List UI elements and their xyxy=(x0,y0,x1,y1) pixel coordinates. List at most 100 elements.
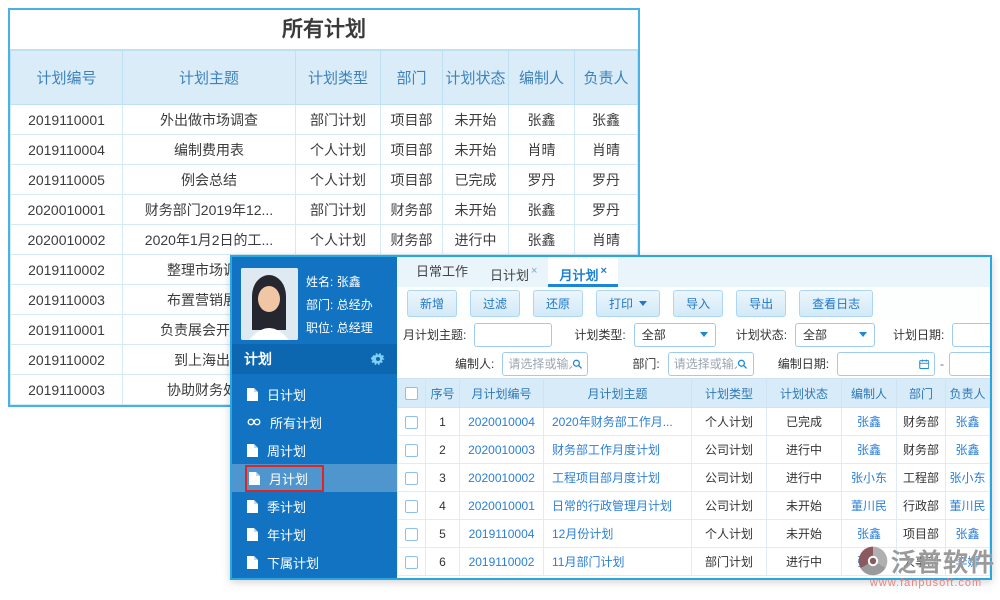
file-icon xyxy=(247,556,258,569)
subject-filter-input[interactable] xyxy=(474,323,552,347)
file-icon xyxy=(247,500,258,513)
file-icon xyxy=(247,444,258,457)
add-button[interactable]: 新增 xyxy=(407,290,457,317)
date-filter-label: 计划日期: xyxy=(893,326,944,343)
plan-status: 未开始 xyxy=(767,520,842,548)
plan-subject-link[interactable]: 2020年财务部工作月... xyxy=(544,408,692,436)
sidebar-item-daily-plan[interactable]: 日计划 xyxy=(232,380,397,408)
plan-code-link[interactable]: 2019110002 xyxy=(460,548,544,576)
title-label: 职位: xyxy=(306,321,333,335)
search-icon[interactable] xyxy=(737,358,747,370)
plan-subject-link[interactable]: 日常的行政管理月计划 xyxy=(544,492,692,520)
col-monthly-code: 月计划编号 xyxy=(460,379,544,408)
row-checkbox[interactable] xyxy=(405,472,418,485)
plan-code: 2019110002 xyxy=(11,345,123,375)
sidebar-item-label: 所有计划 xyxy=(270,413,322,432)
plan-code-link[interactable]: 2020010001 xyxy=(460,492,544,520)
grid-row: 32020010002工程项目部月度计划公司计划进行中张小东工程部张小东 xyxy=(398,464,990,492)
sidebar-item-monthly-plan[interactable]: 月计划 xyxy=(232,464,397,492)
tab-close-icon[interactable]: × xyxy=(531,265,537,277)
owner-link[interactable]: 张小东 xyxy=(946,464,990,492)
user-profile: 姓名: 张鑫 部门: 总经办 职位: 总经理 xyxy=(232,257,397,344)
select-all-checkbox[interactable] xyxy=(405,387,418,400)
sidebar-item-yearly-plan[interactable]: 年计划 xyxy=(232,520,397,548)
sidebar-item-weekly-plan[interactable]: 周计划 xyxy=(232,436,397,464)
tab-daily-plan[interactable]: 日计划× xyxy=(479,257,548,287)
view-log-button[interactable]: 查看日志 xyxy=(799,290,873,317)
owner: 肖晴 xyxy=(575,225,638,255)
sidebar-item-label: 日计划 xyxy=(267,385,306,404)
owner-link[interactable]: 张鑫 xyxy=(946,436,990,464)
tab-daily-work[interactable]: 日常工作 xyxy=(405,257,479,287)
dept-filter-field[interactable] xyxy=(668,352,754,376)
gear-icon[interactable] xyxy=(371,352,385,366)
plan-status: 未开始 xyxy=(443,195,509,225)
grid-header-row: 序号 月计划编号 月计划主题 计划类型 计划状态 编制人 部门 负责人 xyxy=(398,379,990,408)
row-checkbox[interactable] xyxy=(405,556,418,569)
import-button[interactable]: 导入 xyxy=(673,290,723,317)
row-index: 5 xyxy=(426,520,460,548)
owner-link[interactable]: 董川民 xyxy=(946,492,990,520)
filter-button[interactable]: 过滤 xyxy=(470,290,520,317)
row-select-cell xyxy=(398,408,426,436)
tab-close-icon[interactable]: × xyxy=(600,265,606,277)
dept-filter-label: 部门: xyxy=(632,355,659,372)
chevron-down-icon xyxy=(639,301,647,306)
department: 工程部 xyxy=(897,464,946,492)
title-value: 总经理 xyxy=(337,321,373,335)
plan-subject-link[interactable]: 11月部门计划 xyxy=(544,548,692,576)
sidebar-item-subordinate-plan[interactable]: 下属计划 xyxy=(232,548,397,576)
plan-code-link[interactable]: 2019110004 xyxy=(460,520,544,548)
creator-link[interactable]: 董川民 xyxy=(842,492,897,520)
department: 行政部 xyxy=(897,492,946,520)
owner-link[interactable]: 张鑫 xyxy=(946,408,990,436)
link-icon xyxy=(247,417,261,427)
row-checkbox[interactable] xyxy=(405,528,418,541)
filter-row-1: 月计划主题: 计划类型: 全部 计划状态: 全部 计划日期: xyxy=(397,320,990,349)
cdate-from-input[interactable] xyxy=(843,357,918,371)
cdate-from-field[interactable] xyxy=(837,352,935,376)
col-plan-code: 计划编号 xyxy=(11,51,123,105)
col-owner: 负责人 xyxy=(946,379,990,408)
plan-subject-link[interactable]: 财务部工作月度计划 xyxy=(544,436,692,464)
plan-code-link[interactable]: 2020010002 xyxy=(460,464,544,492)
date-filter-input[interactable] xyxy=(952,323,990,347)
plan-type: 个人计划 xyxy=(296,135,381,165)
reset-button[interactable]: 还原 xyxy=(533,290,583,317)
grid-row: 22020010003财务部工作月度计划公司计划进行中张鑫财务部张鑫 xyxy=(398,436,990,464)
export-button[interactable]: 导出 xyxy=(736,290,786,317)
creator: 张鑫 xyxy=(509,105,575,135)
creator-filter-field[interactable] xyxy=(502,352,588,376)
dept-filter-input[interactable] xyxy=(674,357,738,371)
page-title: 所有计划 xyxy=(10,10,638,50)
calendar-icon[interactable] xyxy=(919,358,930,370)
row-checkbox[interactable] xyxy=(405,500,418,513)
cdate-to-input[interactable] xyxy=(949,352,990,376)
plan-subject: 编制费用表 xyxy=(123,135,296,165)
col-status: 计划状态 xyxy=(767,379,842,408)
type-filter-select[interactable]: 全部 xyxy=(634,323,716,347)
tab-monthly-plan[interactable]: 月计划× xyxy=(548,257,617,287)
plan-type: 部门计划 xyxy=(296,105,381,135)
plan-subject-link[interactable]: 工程项目部月度计划 xyxy=(544,464,692,492)
creator-link[interactable]: 张小东 xyxy=(842,464,897,492)
sidebar-item-label: 周计划 xyxy=(267,441,306,460)
creator-filter-input[interactable] xyxy=(508,357,572,371)
search-icon[interactable] xyxy=(572,358,582,370)
row-checkbox[interactable] xyxy=(405,444,418,457)
sidebar-item-quarterly-plan[interactable]: 季计划 xyxy=(232,492,397,520)
avatar-image xyxy=(241,268,298,340)
plan-code-link[interactable]: 2020010003 xyxy=(460,436,544,464)
watermark-brand-text: 泛普软件 xyxy=(891,543,995,579)
creator-link[interactable]: 张鑫 xyxy=(842,436,897,464)
sidebar-item-all-plans[interactable]: 所有计划 xyxy=(232,408,397,436)
plan-type: 公司计划 xyxy=(692,436,767,464)
row-select-cell xyxy=(398,520,426,548)
sidebar-item-label: 月计划 xyxy=(269,469,308,488)
creator-link[interactable]: 张鑫 xyxy=(842,408,897,436)
plan-code-link[interactable]: 2020010004 xyxy=(460,408,544,436)
row-checkbox[interactable] xyxy=(405,416,418,429)
plan-subject-link[interactable]: 12月份计划 xyxy=(544,520,692,548)
status-filter-select[interactable]: 全部 xyxy=(795,323,875,347)
print-button[interactable]: 打印 xyxy=(596,290,660,317)
